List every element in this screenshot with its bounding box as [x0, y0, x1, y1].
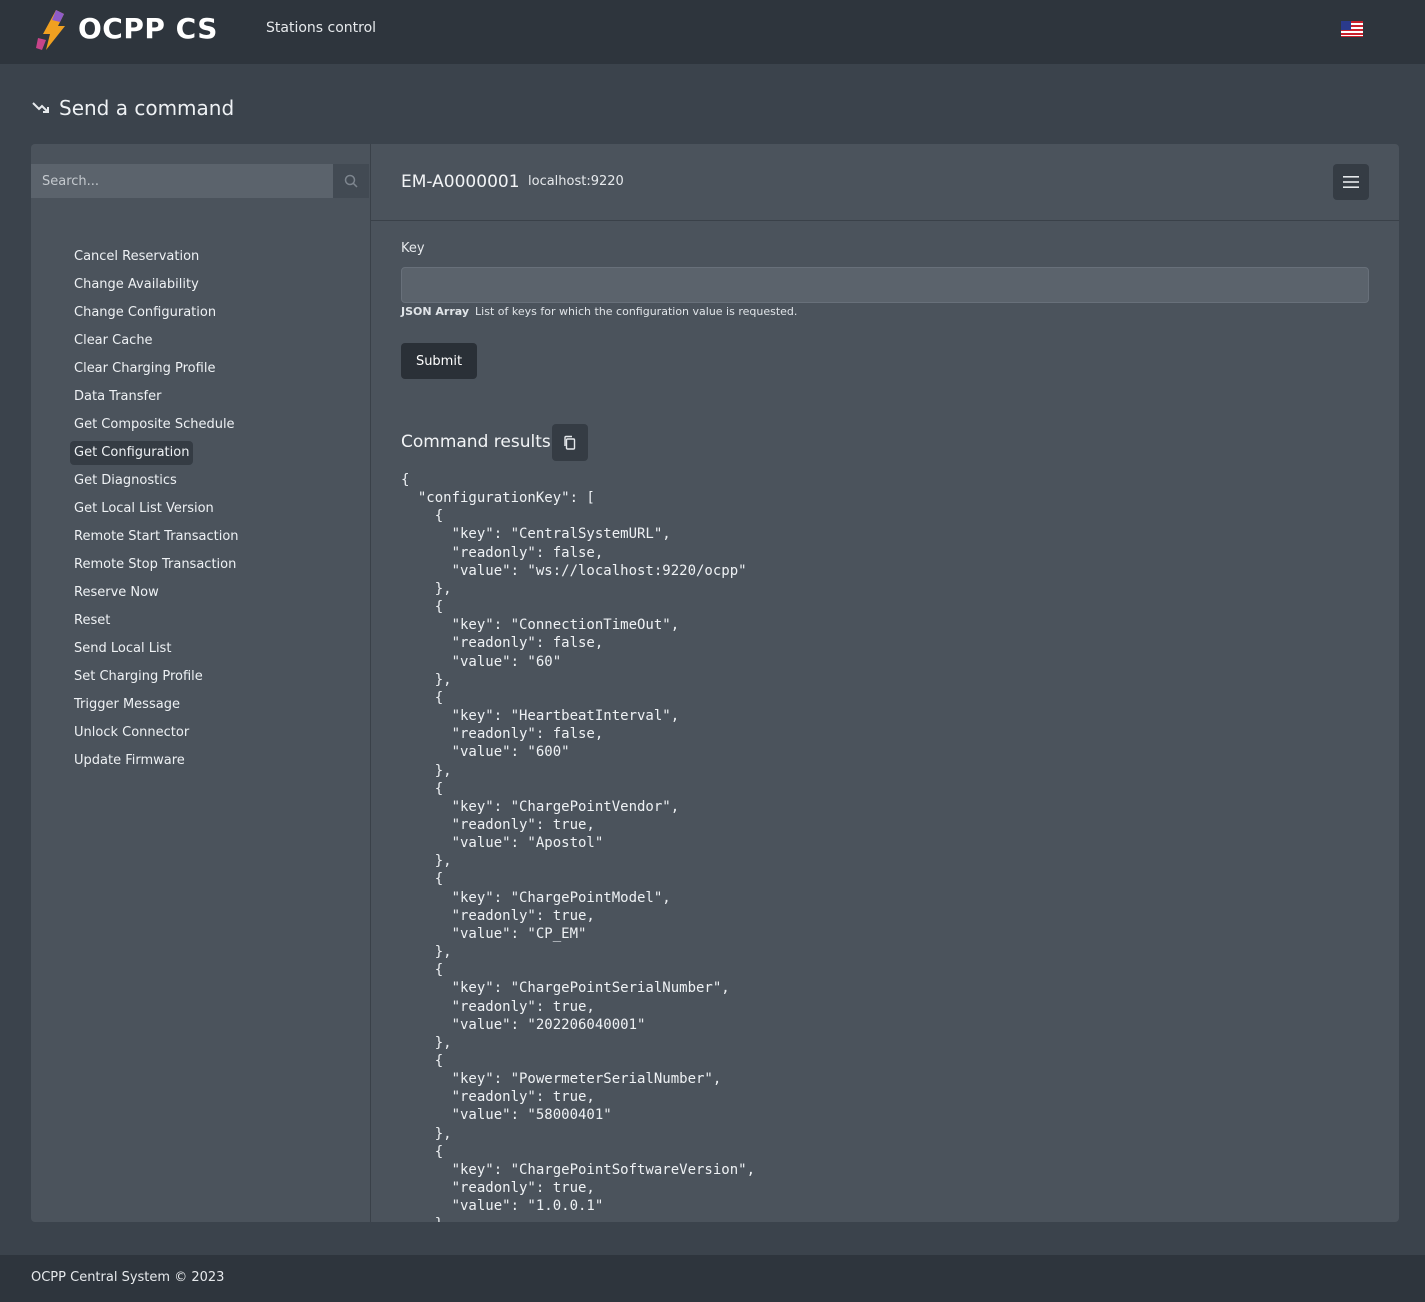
sidebar-item-clear-charging-profile[interactable]: Clear Charging Profile — [70, 355, 219, 383]
sidebar-item-change-availability[interactable]: Change Availability — [70, 271, 203, 299]
station-host: localhost:9220 — [528, 174, 624, 189]
submit-button[interactable]: Submit — [401, 343, 477, 379]
command-row: Get Local List Version — [70, 495, 243, 523]
nav-stations-control[interactable]: Stations control — [266, 20, 376, 36]
sidebar-item-unlock-connector[interactable]: Unlock Connector — [70, 719, 193, 747]
station-id: EM-A0000001 — [401, 172, 520, 192]
command-row: Clear Cache — [70, 327, 243, 355]
command-card: Cancel ReservationChange AvailabilityCha… — [31, 144, 1399, 1222]
command-panel: EM-A0000001 localhost:9220 Key JSON Arra… — [371, 144, 1399, 1222]
command-row: Update Firmware — [70, 747, 243, 775]
command-row: Get Diagnostics — [70, 467, 243, 495]
search-button[interactable] — [333, 164, 369, 198]
command-row: Get Configuration — [70, 439, 243, 467]
sidebar-item-set-charging-profile[interactable]: Set Charging Profile — [70, 663, 207, 691]
command-row: Get Composite Schedule — [70, 411, 243, 439]
search-icon — [344, 174, 358, 188]
menu-button[interactable] — [1333, 164, 1369, 200]
key-help: JSON Array List of keys for which the con… — [401, 305, 797, 318]
copy-results-button[interactable] — [552, 424, 588, 461]
command-row: Remote Stop Transaction — [70, 551, 243, 579]
footer-text: OCPP Central System © 2023 — [31, 1270, 225, 1285]
sidebar-item-get-composite-schedule[interactable]: Get Composite Schedule — [70, 411, 239, 439]
sidebar-item-reset[interactable]: Reset — [70, 607, 114, 635]
results-title: Command results — [401, 432, 551, 452]
command-row: Clear Charging Profile — [70, 355, 243, 383]
command-row: Cancel Reservation — [70, 243, 243, 271]
hamburger-menu-icon — [1343, 176, 1359, 188]
us-flag-icon[interactable] — [1341, 21, 1363, 37]
key-input[interactable] — [401, 267, 1369, 303]
app-title[interactable]: OCPP CS — [78, 12, 218, 45]
sidebar-item-cancel-reservation[interactable]: Cancel Reservation — [70, 243, 203, 271]
command-row: Change Availability — [70, 271, 243, 299]
sidebar-item-clear-cache[interactable]: Clear Cache — [70, 327, 157, 355]
sidebar-item-remote-start-transaction[interactable]: Remote Start Transaction — [70, 523, 243, 551]
key-label: Key — [401, 241, 425, 256]
command-row: Data Transfer — [70, 383, 243, 411]
page-heading: Send a command — [31, 96, 234, 120]
command-results-output: { "configurationKey": [ { "key": "Centra… — [401, 472, 756, 1222]
trending-down-icon — [32, 102, 49, 113]
sidebar-item-trigger-message[interactable]: Trigger Message — [70, 691, 184, 719]
command-row: Change Configuration — [70, 299, 243, 327]
search-input[interactable] — [31, 164, 333, 198]
command-row: Reset — [70, 607, 243, 635]
station-header: EM-A0000001 localhost:9220 — [371, 144, 1399, 221]
sidebar-item-reserve-now[interactable]: Reserve Now — [70, 579, 163, 607]
sidebar-item-update-firmware[interactable]: Update Firmware — [70, 747, 189, 775]
command-row: Reserve Now — [70, 579, 243, 607]
command-row: Trigger Message — [70, 691, 243, 719]
sidebar-item-get-diagnostics[interactable]: Get Diagnostics — [70, 467, 181, 495]
sidebar-item-send-local-list[interactable]: Send Local List — [70, 635, 175, 663]
sidebar-item-change-configuration[interactable]: Change Configuration — [70, 299, 220, 327]
command-row: Send Local List — [70, 635, 243, 663]
footer: OCPP Central System © 2023 — [0, 1255, 1425, 1302]
command-row: Set Charging Profile — [70, 663, 243, 691]
copy-icon — [564, 435, 576, 450]
top-navbar: OCPP CS Stations control — [0, 0, 1425, 64]
command-row: Unlock Connector — [70, 719, 243, 747]
sidebar-item-remote-stop-transaction[interactable]: Remote Stop Transaction — [70, 551, 240, 579]
command-list: Cancel Reservation Change Availability Cha… — [70, 243, 243, 775]
lightning-plug-icon[interactable] — [34, 10, 68, 50]
sidebar-item-data-transfer[interactable]: Data Transfer — [70, 383, 165, 411]
command-sidebar: Cancel ReservationChange AvailabilityCha… — [31, 144, 371, 1222]
sidebar-item-get-local-list-version[interactable]: Get Local List Version — [70, 495, 218, 523]
sidebar-item-get-configuration[interactable]: Get Configuration — [70, 441, 194, 465]
search-bar — [31, 164, 369, 199]
command-row: Remote Start Transaction — [70, 523, 243, 551]
key-help-type: JSON Array — [401, 305, 470, 318]
page-title: Send a command — [59, 96, 235, 120]
key-help-text: List of keys for which the configuration… — [475, 305, 798, 318]
